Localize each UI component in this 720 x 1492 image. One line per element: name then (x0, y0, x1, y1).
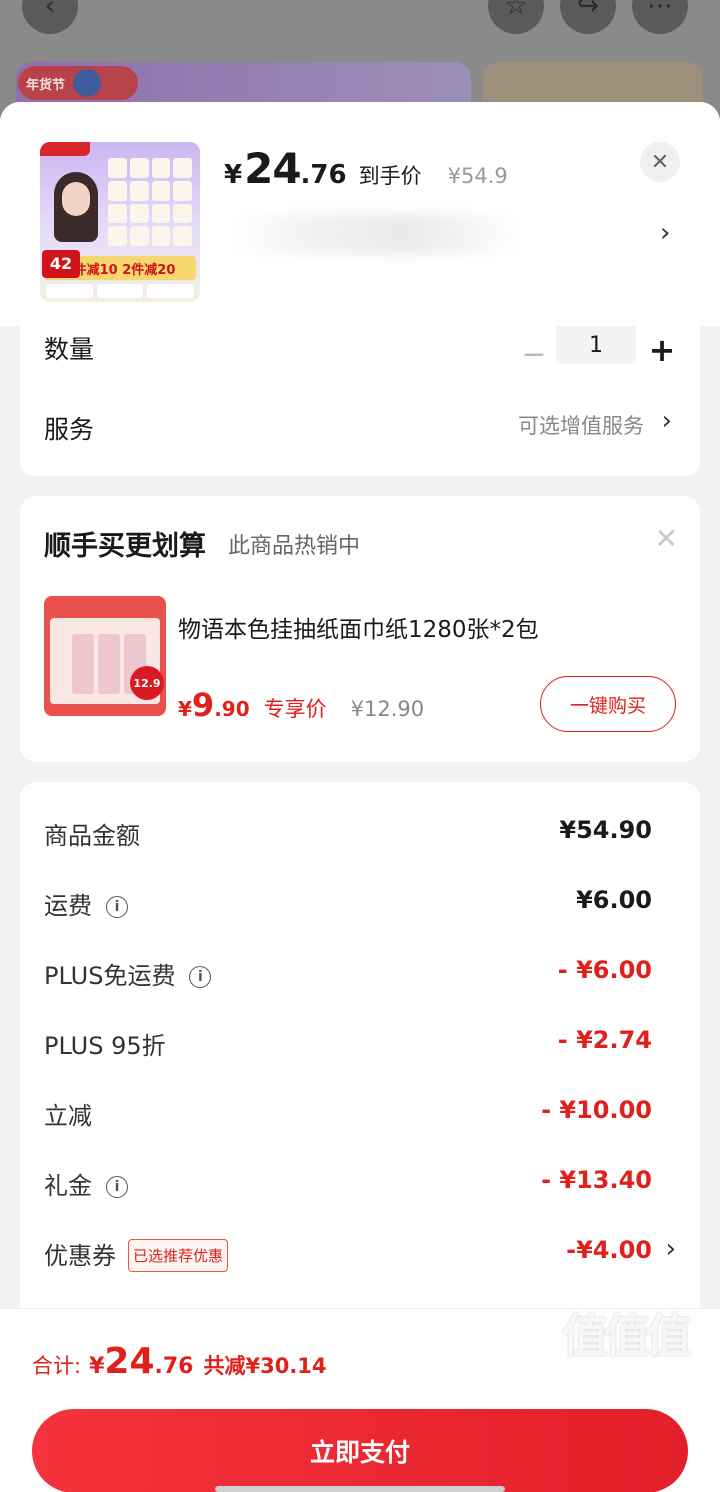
price-integer: 24 (244, 144, 301, 193)
back-icon: ‹ (22, 0, 78, 34)
checkout-footer: 合计: ¥ 24 .76 共减¥30.14 立即支付 (0, 1308, 720, 1492)
chevron-right-icon[interactable]: › (660, 218, 670, 248)
summary-value: - ¥6.00 (557, 956, 652, 984)
service-label: 服务 (44, 415, 95, 444)
close-button[interactable]: ✕ (640, 142, 680, 182)
summary-label: PLUS免运费 i (44, 956, 212, 991)
chevron-right-icon[interactable]: › (662, 406, 672, 436)
chevron-right-icon[interactable]: › (666, 1234, 676, 1264)
summary-label-text: PLUS免运费 (44, 962, 176, 990)
addon-price-currency: ¥ (178, 697, 192, 721)
info-icon[interactable]: i (189, 966, 212, 988)
festival-badge-text: 年货节 (26, 77, 66, 93)
quantity-label: 数量 (44, 335, 95, 364)
purchase-sheet: 1件减10 2件减20 42 ¥ 24 .76 到手价 ¥54.9 ✕ › 数量… (0, 102, 720, 1492)
more-icon: ⋯ (632, 0, 688, 34)
thumb-product-boxes (108, 158, 192, 246)
summary-value: ¥6.00 (576, 886, 652, 914)
addon-thumb-pack (72, 634, 94, 694)
addon-product-name[interactable]: 物语本色挂抽纸面巾纸1280张*2包 (178, 610, 539, 644)
thumb-model-face (62, 182, 90, 216)
options-card: 数量 − 1 + 服务 可选增值服务 › (20, 326, 700, 476)
addon-price-label: 专享价 (263, 697, 327, 721)
total-integer: 24 (104, 1341, 155, 1382)
summary-row: 商品金额 ¥54.90 (44, 816, 676, 856)
thumb-tag (40, 142, 90, 156)
info-icon[interactable]: i (106, 896, 128, 918)
sheet-header: 1件减10 2件减20 42 ¥ 24 .76 到手价 ¥54.9 ✕ › (0, 102, 720, 326)
summary-value: - ¥10.00 (541, 1096, 652, 1124)
summary-row: 运费 i ¥6.00 (44, 886, 676, 926)
addon-price-integer: 9 (191, 686, 215, 724)
summary-label-text: 礼金 (44, 1172, 92, 1200)
addon-price-decimal: .90 (214, 697, 250, 721)
addon-original-price: ¥12.90 (350, 697, 425, 721)
price-currency: ¥ (224, 160, 243, 190)
total-row: 合计: ¥ 24 .76 共减¥30.14 (32, 1341, 327, 1382)
addon-thumbnail[interactable]: 12.9 (44, 596, 166, 716)
price-label: 到手价 (358, 164, 422, 188)
summary-label: 运费 i (44, 886, 128, 921)
total-currency: ¥ (89, 1354, 105, 1379)
summary-label-text: PLUS 95折 (44, 1032, 166, 1060)
summary-value: - ¥13.40 (541, 1166, 652, 1194)
info-icon[interactable]: i (106, 1176, 128, 1198)
addon-card: 顺手买更划算 此商品热销中 ✕ 12.9 物语本色挂抽纸面巾纸1280张*2包 … (20, 496, 700, 762)
thumb-feature-strip (46, 284, 195, 298)
coupon-row[interactable]: 优惠券 已选推荐优惠 -¥4.00 › (44, 1234, 676, 1276)
total-label: 合计: (32, 1354, 82, 1378)
home-indicator[interactable] (215, 1486, 505, 1492)
summary-row: 礼金 i - ¥13.40 (44, 1166, 676, 1206)
addon-thumb-pack (98, 634, 120, 694)
quantity-increase-button[interactable]: + (640, 330, 684, 370)
summary-row: 立减 - ¥10.00 (44, 1096, 676, 1136)
coupon-label-text: 优惠券 (44, 1242, 116, 1270)
quantity-value[interactable]: 1 (556, 326, 636, 364)
product-price: ¥ 24 .76 到手价 ¥54.9 (224, 144, 508, 193)
pay-now-button[interactable]: 立即支付 (32, 1409, 688, 1492)
service-value[interactable]: 可选增值服务 (518, 410, 644, 440)
summary-row: PLUS免运费 i - ¥6.00 (44, 956, 676, 996)
total-saved: 共减¥30.14 (203, 1354, 327, 1378)
summary-label: 商品金额 (44, 816, 140, 851)
coupon-value: -¥4.00 (566, 1236, 652, 1264)
coupon-tag: 已选推荐优惠 (128, 1239, 229, 1272)
summary-label: 立减 (44, 1096, 92, 1131)
summary-row: PLUS 95折 - ¥2.74 (44, 1026, 676, 1066)
coupon-label: 优惠券 已选推荐优惠 (44, 1236, 229, 1272)
summary-label: 礼金 i (44, 1166, 128, 1201)
thumb-number: 42 (42, 250, 80, 278)
quantity-decrease-button[interactable]: − (512, 334, 556, 374)
summary-value: ¥54.90 (559, 816, 652, 844)
one-click-buy-button[interactable]: 一键购买 (540, 676, 676, 732)
product-thumbnail[interactable]: 1件减10 2件减20 42 (40, 142, 200, 302)
summary-label-text: 商品金额 (44, 822, 140, 850)
background-festival-badge: 年货节 (18, 66, 138, 100)
blurred-spec-row[interactable] (226, 214, 526, 254)
summary-value: - ¥2.74 (557, 1026, 652, 1054)
addon-price: ¥ 9 .90 专享价 ¥12.90 (178, 686, 424, 724)
close-icon[interactable]: ✕ (655, 522, 678, 555)
original-price: ¥54.9 (447, 164, 508, 188)
favorite-icon: ☆ (488, 0, 544, 34)
addon-price-sticker: 12.9 (130, 666, 164, 700)
addon-title: 顺手买更划算 (44, 531, 206, 562)
addon-subtitle: 此商品热销中 (228, 534, 361, 559)
close-icon: ✕ (650, 149, 670, 175)
total-decimal: .76 (154, 1354, 194, 1379)
share-icon: ↪ (560, 0, 616, 34)
summary-label-text: 立减 (44, 1102, 92, 1130)
summary-label-text: 运费 (44, 892, 92, 920)
brand-logo (73, 69, 102, 97)
price-decimal: .76 (300, 160, 347, 190)
summary-label: PLUS 95折 (44, 1026, 166, 1061)
